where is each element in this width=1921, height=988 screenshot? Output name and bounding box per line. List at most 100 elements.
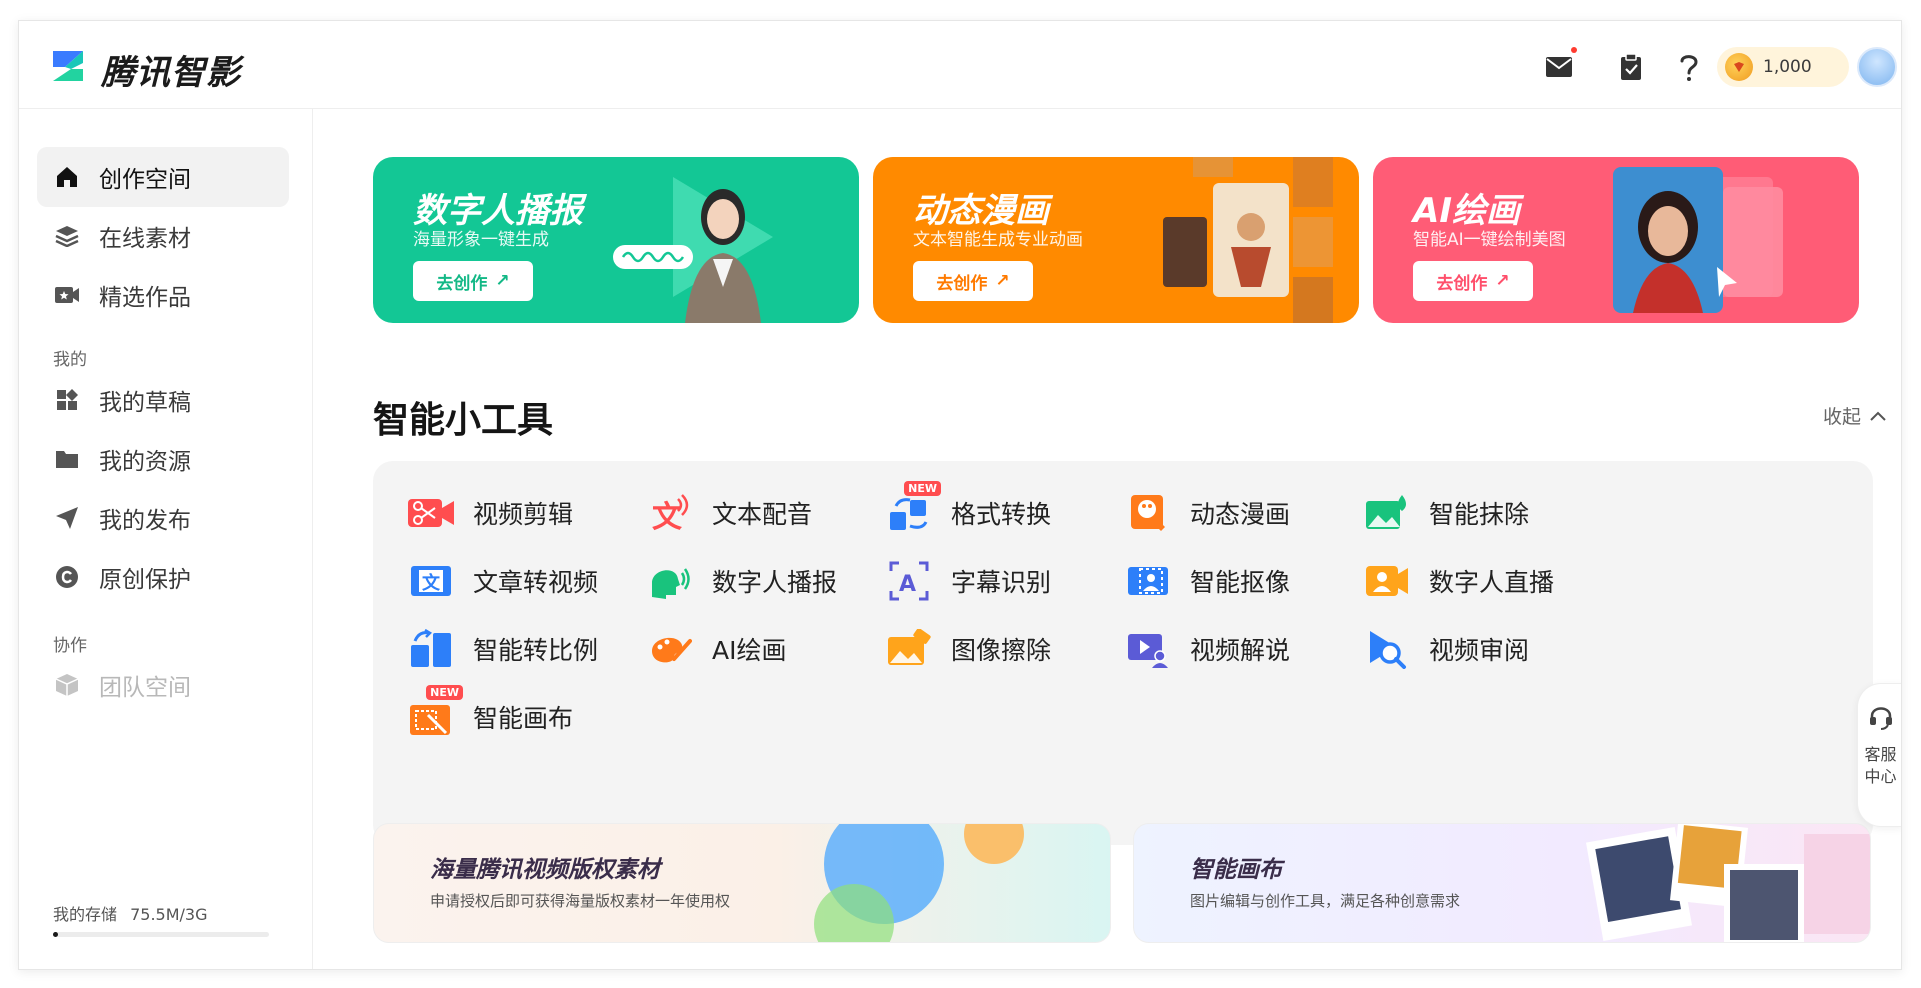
aspect-ratio-icon: [403, 625, 459, 673]
sidebar-item-drafts[interactable]: 我的草稿: [37, 370, 289, 430]
tool-smart-aspect-ratio[interactable]: 智能转比例: [403, 621, 663, 677]
banner-ai-painting[interactable]: AI绘画 智能AI一键绘制美图 去创作 ↗: [1373, 157, 1859, 323]
help-icon[interactable]: [1673, 51, 1705, 83]
layers-icon: [53, 222, 81, 250]
tool-label: 数字人直播: [1429, 568, 1555, 597]
tool-dynamic-comics[interactable]: 动态漫画: [1120, 485, 1380, 541]
brand-name[interactable]: 腾讯智影: [101, 45, 241, 94]
card-copyright-assets[interactable]: 海量腾讯视频版权素材 申请授权后即可获得海量版权素材一年使用权: [373, 823, 1111, 943]
tool-article-to-video[interactable]: 文 文章转视频: [403, 553, 663, 609]
tool-video-edit[interactable]: 视频剪辑: [403, 485, 663, 541]
tool-video-commentary[interactable]: 视频解说: [1120, 621, 1380, 677]
storage-label: 我的存储: [53, 905, 118, 924]
svg-text:文: 文: [422, 572, 441, 594]
button-label: 去创作: [1436, 273, 1488, 294]
notification-dot: [1571, 47, 1577, 53]
headset-icon: [1869, 707, 1892, 730]
button-label: 去创作: [936, 273, 988, 294]
tools-section-title: 智能小工具: [373, 400, 554, 441]
folder-icon: [53, 445, 81, 473]
clipboard-icon[interactable]: [1615, 51, 1647, 83]
tool-label: 图像擦除: [951, 636, 1052, 665]
speaking-head-icon: [642, 557, 698, 605]
storage-value: 75.5M/3G: [130, 905, 208, 924]
card-decoration: [814, 824, 1024, 942]
banner-dynamic-comics[interactable]: 动态漫画 文本智能生成专业动画 去创作 ↗: [873, 157, 1359, 323]
review-search-icon: [1359, 625, 1415, 673]
new-badge: NEW: [426, 685, 463, 700]
tool-label: 视频解说: [1190, 636, 1291, 665]
sidebar-item-copyright[interactable]: 原创保护: [37, 547, 289, 607]
sidebar-item-featured-works[interactable]: 精选作品: [37, 265, 289, 325]
tool-label: 字幕识别: [951, 568, 1052, 597]
tool-format-convert[interactable]: NEW 格式转换: [881, 481, 1141, 541]
card-decoration: [1586, 824, 1870, 942]
sidebar-item-label: 创作空间: [99, 167, 191, 193]
palette-brush-icon: [642, 625, 698, 673]
sidebar-item-label: 精选作品: [99, 285, 191, 311]
tool-label: 智能抹除: [1429, 500, 1530, 529]
user-avatar[interactable]: [1857, 47, 1897, 87]
banner-subtitle: 智能AI一键绘制美图: [1413, 230, 1566, 250]
card-smart-canvas[interactable]: 智能画布 图片编辑与创作工具，满足各种创意需求: [1133, 823, 1871, 943]
sidebar-item-resources[interactable]: 我的资源: [37, 429, 289, 489]
tool-smart-canvas[interactable]: NEW 智能画布: [403, 685, 663, 745]
coin-balance[interactable]: 1,000: [1717, 47, 1849, 87]
app-window: 腾讯智影 1,000 创作空间 在线素材 精选作品 我的 我的草稿 我的资源 我…: [18, 20, 1902, 970]
arrow-up-right-icon: ↗: [495, 271, 510, 291]
copyright-icon: [53, 563, 81, 591]
home-icon: [53, 163, 81, 191]
tool-label: 数字人播报: [712, 568, 838, 597]
storage-progress-bar: [53, 932, 269, 937]
sidebar-item-online-assets[interactable]: 在线素材: [37, 206, 289, 266]
chevron-up-icon: [1870, 411, 1886, 421]
section-label-mine: 我的: [53, 350, 87, 370]
sidebar-item-team-space[interactable]: 团队空间: [37, 655, 289, 715]
video-narrator-icon: [1120, 625, 1176, 673]
banner-create-button[interactable]: 去创作 ↗: [913, 261, 1033, 301]
mail-icon[interactable]: [1543, 47, 1577, 83]
grid-icon: [53, 386, 81, 414]
tool-ai-painting[interactable]: AI绘画: [642, 621, 902, 677]
tool-video-review[interactable]: 视频审阅: [1359, 621, 1619, 677]
sidebar-item-label: 我的资源: [99, 449, 191, 475]
storage-info: 我的存储 75.5M/3G: [53, 901, 208, 925]
arrow-up-right-icon: ↗: [995, 271, 1010, 291]
tool-label: 动态漫画: [1190, 500, 1291, 529]
service-label-1: 客服: [1864, 745, 1897, 764]
digital-human-illustration: [613, 177, 773, 323]
tools-panel: 视频剪辑 文 文本配音 NEW 格式转换 动态漫画 智能抹除 文 文章转视频 数…: [373, 461, 1873, 845]
storage-progress-fill: [53, 932, 59, 937]
tool-image-erase[interactable]: 图像擦除: [881, 621, 1141, 677]
video-star-icon: [53, 281, 81, 309]
live-camera-icon: [1359, 557, 1415, 605]
tool-text-dubbing[interactable]: 文 文本配音: [642, 485, 902, 541]
banner-create-button[interactable]: 去创作 ↗: [1413, 261, 1533, 301]
banner-digital-human[interactable]: 数字人播报 海量形象一键生成 去创作 ↗: [373, 157, 859, 323]
tool-label: 智能画布: [473, 704, 574, 733]
image-eraser-icon: [881, 625, 937, 673]
sidebar-item-publish[interactable]: 我的发布: [37, 488, 289, 548]
ai-painting-illustration: [1613, 167, 1783, 313]
palette-book-icon: [1120, 489, 1176, 537]
brand-logo-icon[interactable]: [49, 47, 87, 85]
customer-service-button[interactable]: 客服 中心: [1857, 683, 1901, 827]
svg-text:A: A: [899, 572, 916, 597]
tool-digital-human-broadcast[interactable]: 数字人播报: [642, 553, 902, 609]
button-label: 去创作: [436, 273, 488, 294]
sidebar-item-creation-space[interactable]: 创作空间: [37, 147, 289, 207]
collapse-button[interactable]: 收起: [1823, 402, 1887, 429]
tool-label: 文本配音: [712, 500, 813, 529]
sidebar: 创作空间 在线素材 精选作品 我的 我的草稿 我的资源 我的发布 原创保护 协作…: [19, 109, 313, 969]
tool-digital-human-live[interactable]: 数字人直播: [1359, 553, 1619, 609]
matting-icon: [1120, 557, 1176, 605]
subtitle-ocr-icon: A: [881, 557, 937, 605]
banner-create-button[interactable]: 去创作 ↗: [413, 261, 533, 301]
tool-subtitle-recognition[interactable]: A 字幕识别: [881, 553, 1141, 609]
card-subtitle: 图片编辑与创作工具，满足各种创意需求: [1190, 892, 1461, 910]
sidebar-item-label: 原创保护: [99, 567, 191, 593]
tool-label: 文章转视频: [473, 568, 599, 597]
tool-smart-erase[interactable]: 智能抹除: [1359, 485, 1619, 541]
tool-smart-matting[interactable]: 智能抠像: [1120, 553, 1380, 609]
sidebar-item-label: 团队空间: [99, 675, 191, 701]
